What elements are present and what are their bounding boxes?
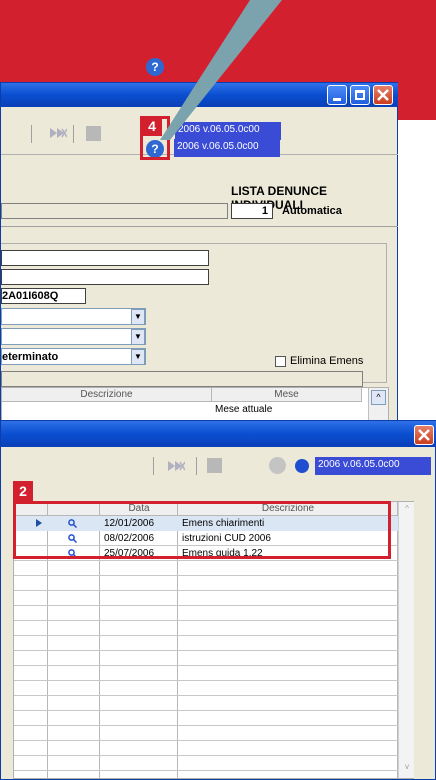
row-divider (14, 561, 398, 576)
row-divider (14, 606, 398, 621)
count-field[interactable]: 1 (231, 203, 273, 219)
scrollbar[interactable]: ^ v (398, 502, 414, 778)
column-header-descrizione[interactable]: Descrizione (2, 388, 212, 402)
close-button[interactable] (414, 425, 434, 445)
record-icon[interactable] (269, 457, 286, 474)
row-divider (14, 636, 398, 651)
row-divider (14, 666, 398, 681)
toolbar: 2006 v.06.05.0c00 (1, 449, 436, 481)
elimina-label: Elimina Emens (290, 355, 364, 367)
row-divider (14, 681, 398, 696)
close-icon (418, 429, 430, 441)
mese-cell: Mese attuale (215, 404, 273, 415)
mode-label: Automatica (282, 205, 342, 217)
status-dot-icon (295, 459, 309, 473)
chevron-down-icon[interactable]: ▼ (131, 329, 145, 345)
row-divider (14, 756, 398, 771)
chevron-down-icon[interactable]: v (401, 762, 413, 774)
row-divider (14, 576, 398, 591)
version-label: 2006 v.06.05.0c00 (315, 457, 431, 475)
toolbar-separator (153, 457, 154, 475)
select-2[interactable]: ▼ (1, 328, 146, 345)
callout-2-label: 2 (13, 481, 33, 501)
chevron-down-icon[interactable]: ▼ (131, 309, 145, 325)
title-bar (1, 421, 436, 447)
row-divider (14, 741, 398, 756)
count-value: 1 (261, 205, 268, 217)
callout-2-box (13, 501, 391, 559)
fiscal-code-field[interactable]: 2A01I608Q (1, 288, 86, 304)
documents-window: 2006 v.06.05.0c00 2 Data Descrizione 12/… (0, 420, 436, 780)
contract-select[interactable]: eterminato ▼ (1, 348, 146, 365)
select-1[interactable]: ▼ (1, 308, 146, 325)
text-field-2[interactable] (1, 269, 209, 285)
skip-icon[interactable] (167, 460, 185, 472)
toolbar-separator (196, 457, 197, 475)
wide-field[interactable] (1, 371, 363, 387)
name-field[interactable] (1, 203, 228, 219)
contract-value: eterminato (2, 351, 59, 363)
stop-icon[interactable] (207, 458, 222, 473)
row-divider (14, 591, 398, 606)
chevron-down-icon[interactable]: ▼ (131, 349, 145, 365)
row-divider (14, 711, 398, 726)
scroll-up-button[interactable]: ^ (371, 390, 386, 405)
fiscal-code-value: 2A01I608Q (2, 290, 59, 302)
text-field-1[interactable] (1, 250, 209, 266)
row-divider (14, 726, 398, 741)
chevron-up-icon[interactable]: ^ (401, 504, 413, 516)
column-header-mese[interactable]: Mese (212, 388, 362, 402)
elimina-checkbox[interactable] (275, 356, 286, 367)
row-divider (14, 621, 398, 636)
header-divider (1, 226, 398, 227)
callout-pointer (160, 0, 282, 140)
row-divider (14, 696, 398, 711)
row-divider (14, 651, 398, 666)
